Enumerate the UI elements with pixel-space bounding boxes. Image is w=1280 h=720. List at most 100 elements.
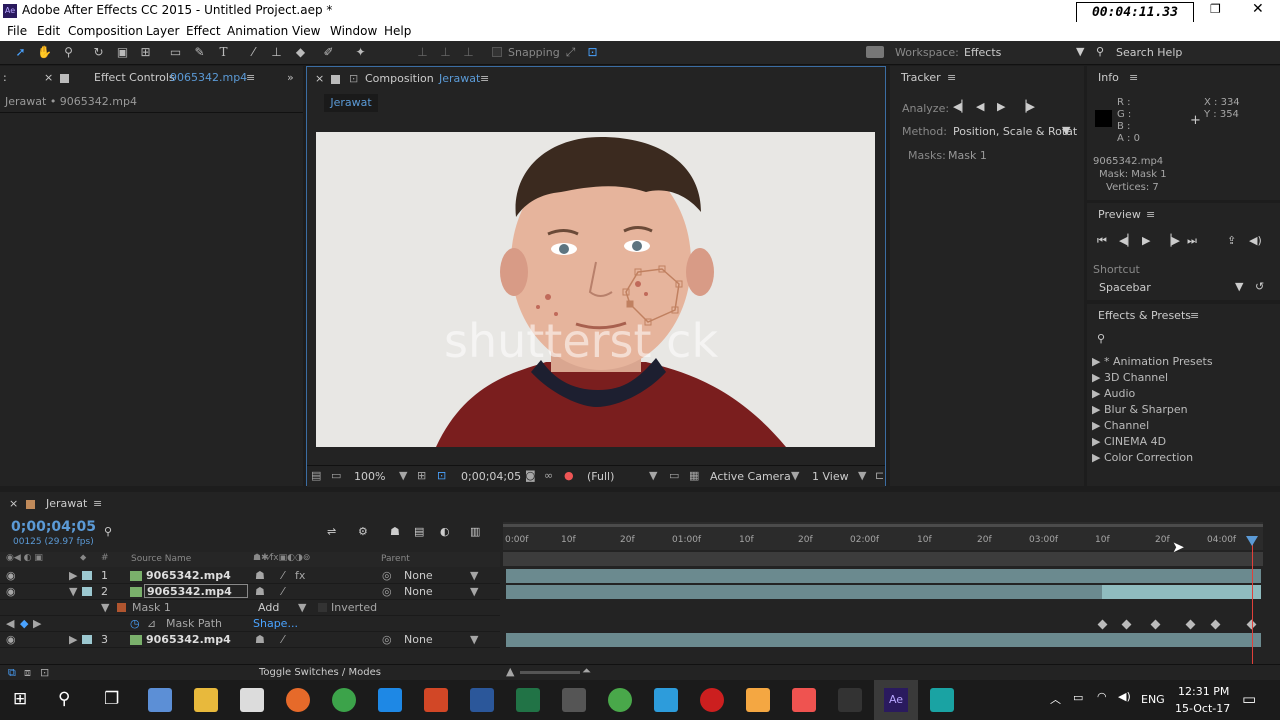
view-axis-icon[interactable]: ⊥ (460, 44, 477, 61)
quality-switch-icon[interactable]: ⁄ (282, 569, 284, 582)
effects-item-3d-channel[interactable]: ▶ 3D Channel (1092, 371, 1168, 384)
clock-date[interactable]: 15-Oct-17 (1175, 702, 1230, 715)
pick-whip-icon[interactable]: ◎ (382, 585, 392, 598)
panel-menu-icon[interactable]: ≡ (1190, 304, 1199, 328)
effects-item-animation-presets[interactable]: ▶ * Animation Presets (1092, 355, 1213, 368)
snapshot-icon[interactable]: ◙ (525, 469, 536, 482)
camera-dropdown-icon[interactable]: ▼ (791, 469, 799, 482)
resolution-dropdown-icon[interactable]: ▼ (649, 469, 657, 482)
mask-mode-dropdown-icon[interactable]: ▼ (298, 601, 306, 614)
add-keyframe-icon[interactable]: ◆ (20, 617, 28, 630)
composition-viewer[interactable]: shutterst ck (316, 132, 875, 447)
pan-behind-tool-icon[interactable]: ⊞ (137, 44, 154, 61)
firefox-icon[interactable] (286, 688, 310, 712)
panel-menu-icon[interactable]: ≡ (246, 66, 255, 90)
effects-item-color-correction[interactable]: ▶ Color Correction (1092, 451, 1193, 464)
panel-menu-icon[interactable]: ≡ (93, 492, 102, 516)
zoom-out-icon[interactable]: ▲ (506, 665, 514, 678)
task-view-icon[interactable]: ❐ (104, 689, 119, 709)
search-icon[interactable]: ⚲ (1097, 332, 1105, 345)
roi-icon[interactable]: ▭ (669, 469, 679, 482)
app-icon-1[interactable] (148, 688, 172, 712)
eye-icon[interactable]: ◉ (6, 585, 16, 598)
menu-layer[interactable]: Layer (146, 24, 179, 38)
zoom-dropdown-icon[interactable]: ▼ (399, 469, 407, 482)
snap-expand-icon[interactable]: ⤢ (562, 44, 579, 61)
camera-select[interactable]: Active Camera (710, 470, 791, 483)
pen-tool-icon[interactable]: ✎ (191, 44, 208, 61)
current-time-indicator[interactable] (1252, 536, 1253, 666)
app-icon-5[interactable] (930, 688, 954, 712)
puppet-tool-icon[interactable]: ✦ (352, 44, 369, 61)
clone-stamp-tool-icon[interactable]: ⊥ (268, 44, 285, 61)
opera-icon[interactable] (700, 688, 724, 712)
pick-whip-icon[interactable]: ◎ (382, 569, 392, 582)
fit-icon[interactable]: ⊞ (417, 469, 426, 482)
notifications-icon[interactable]: ▭ (1242, 690, 1256, 708)
brush-tool-icon[interactable]: ⁄ (245, 44, 262, 61)
parent-select[interactable]: None (404, 633, 433, 646)
collapse-icon[interactable]: ▼ (69, 585, 77, 598)
windows-start-icon[interactable]: ⊞ (13, 689, 27, 709)
quality-switch-icon[interactable]: ⁄ (282, 633, 284, 646)
motion-blur-icon[interactable]: ◐ (440, 525, 450, 538)
zoom-in-icon[interactable]: ⏶ (582, 664, 591, 678)
mask-shape-link[interactable]: Shape... (253, 617, 298, 630)
panel-menu-icon[interactable]: ≡ (1129, 66, 1138, 90)
effects-item-cinema-4d[interactable]: ▶ CINEMA 4D (1092, 435, 1166, 448)
type-tool-icon[interactable]: T (215, 44, 232, 61)
workspace-icon[interactable] (866, 46, 884, 58)
keyframe[interactable] (1121, 619, 1132, 630)
panel-menu-icon[interactable]: ≡ (480, 67, 489, 91)
tray-chevron-icon[interactable]: ︿ (1050, 691, 1061, 707)
loop-icon[interactable]: ⇪ (1227, 234, 1236, 247)
frame-blending-icon[interactable]: ▤ (414, 525, 424, 538)
app-icon-4[interactable] (838, 688, 862, 712)
rotate-tool-icon[interactable]: ↻ (90, 44, 107, 61)
reset-exposure-icon[interactable]: ⊏ (875, 469, 884, 482)
layer-row-3[interactable]: ◉ ▶ 3 9065342.mp4 ☗ ⁄ ◎ None ▼ (0, 632, 500, 648)
parent-dropdown-icon[interactable]: ▼ (470, 585, 478, 598)
layer-search-icon[interactable]: ⚲ (104, 525, 112, 538)
shortcut-dropdown-icon[interactable]: ▼ (1235, 280, 1243, 293)
next-frame-icon[interactable]: ▕▶ (1163, 234, 1180, 247)
layer-3-bar[interactable] (506, 633, 1261, 647)
tab-scroll-icon[interactable]: : (3, 66, 7, 90)
snapping-checkbox[interactable] (492, 47, 502, 57)
video-editor-icon[interactable] (562, 688, 586, 712)
view-layout-select[interactable]: 1 View (812, 470, 849, 483)
pick-whip-icon[interactable]: ◎ (382, 633, 392, 646)
close-tab-icon[interactable]: × (315, 67, 324, 91)
analyze-back-one-icon[interactable]: ◀▏ (953, 100, 970, 113)
app-icon-3[interactable] (792, 688, 816, 712)
parent-select[interactable]: None (404, 585, 433, 598)
source-name-col[interactable]: Source Name (131, 554, 191, 564)
quality-switch-icon[interactable]: ⁄ (282, 585, 284, 598)
edge-icon[interactable] (378, 688, 402, 712)
timeline-time[interactable]: 0;00;04;05 (11, 519, 96, 535)
app-icon-2[interactable] (608, 688, 632, 712)
mask-mode-select[interactable]: Add (258, 601, 279, 614)
effect-controls-tab[interactable]: Effect Controls (94, 66, 175, 90)
method-dropdown-icon[interactable]: ▼ (1062, 124, 1070, 137)
mask-color[interactable] (117, 603, 126, 612)
zoom-slider[interactable] (520, 671, 580, 674)
rectangle-tool-icon[interactable]: ▭ (167, 44, 184, 61)
layer-name[interactable]: 9065342.mp4 (146, 633, 231, 646)
local-axis-icon[interactable]: ⊥ (414, 44, 431, 61)
channel-icon[interactable]: ● (564, 469, 574, 482)
layer-switches-icon[interactable]: ⧉ (8, 666, 16, 680)
menu-edit[interactable]: Edit (37, 24, 60, 38)
parent-select[interactable]: None (404, 569, 433, 582)
language-indicator[interactable]: ENG (1141, 693, 1165, 706)
keyframe[interactable] (1150, 619, 1161, 630)
after-effects-taskbar-active[interactable]: Ae (874, 680, 918, 720)
analyze-back-icon[interactable]: ◀ (976, 100, 984, 113)
shy-switch-icon[interactable]: ☗ (255, 585, 265, 598)
volume-icon[interactable]: ◀) (1118, 690, 1131, 703)
powerpoint-icon[interactable] (424, 688, 448, 712)
time-ruler[interactable]: 0:00f 10f 20f 01:00f 10f 20f 02:00f 10f … (503, 522, 1263, 550)
layer-1-bar[interactable] (506, 569, 1261, 583)
layer-row-2[interactable]: ◉ ▼ 2 9065342.mp4 ☗ ⁄ ◎ None ▼ (0, 584, 500, 600)
layer-row-1[interactable]: ◉ ▶ 1 9065342.mp4 ☗ ⁄ fx ◎ None ▼ (0, 568, 500, 584)
